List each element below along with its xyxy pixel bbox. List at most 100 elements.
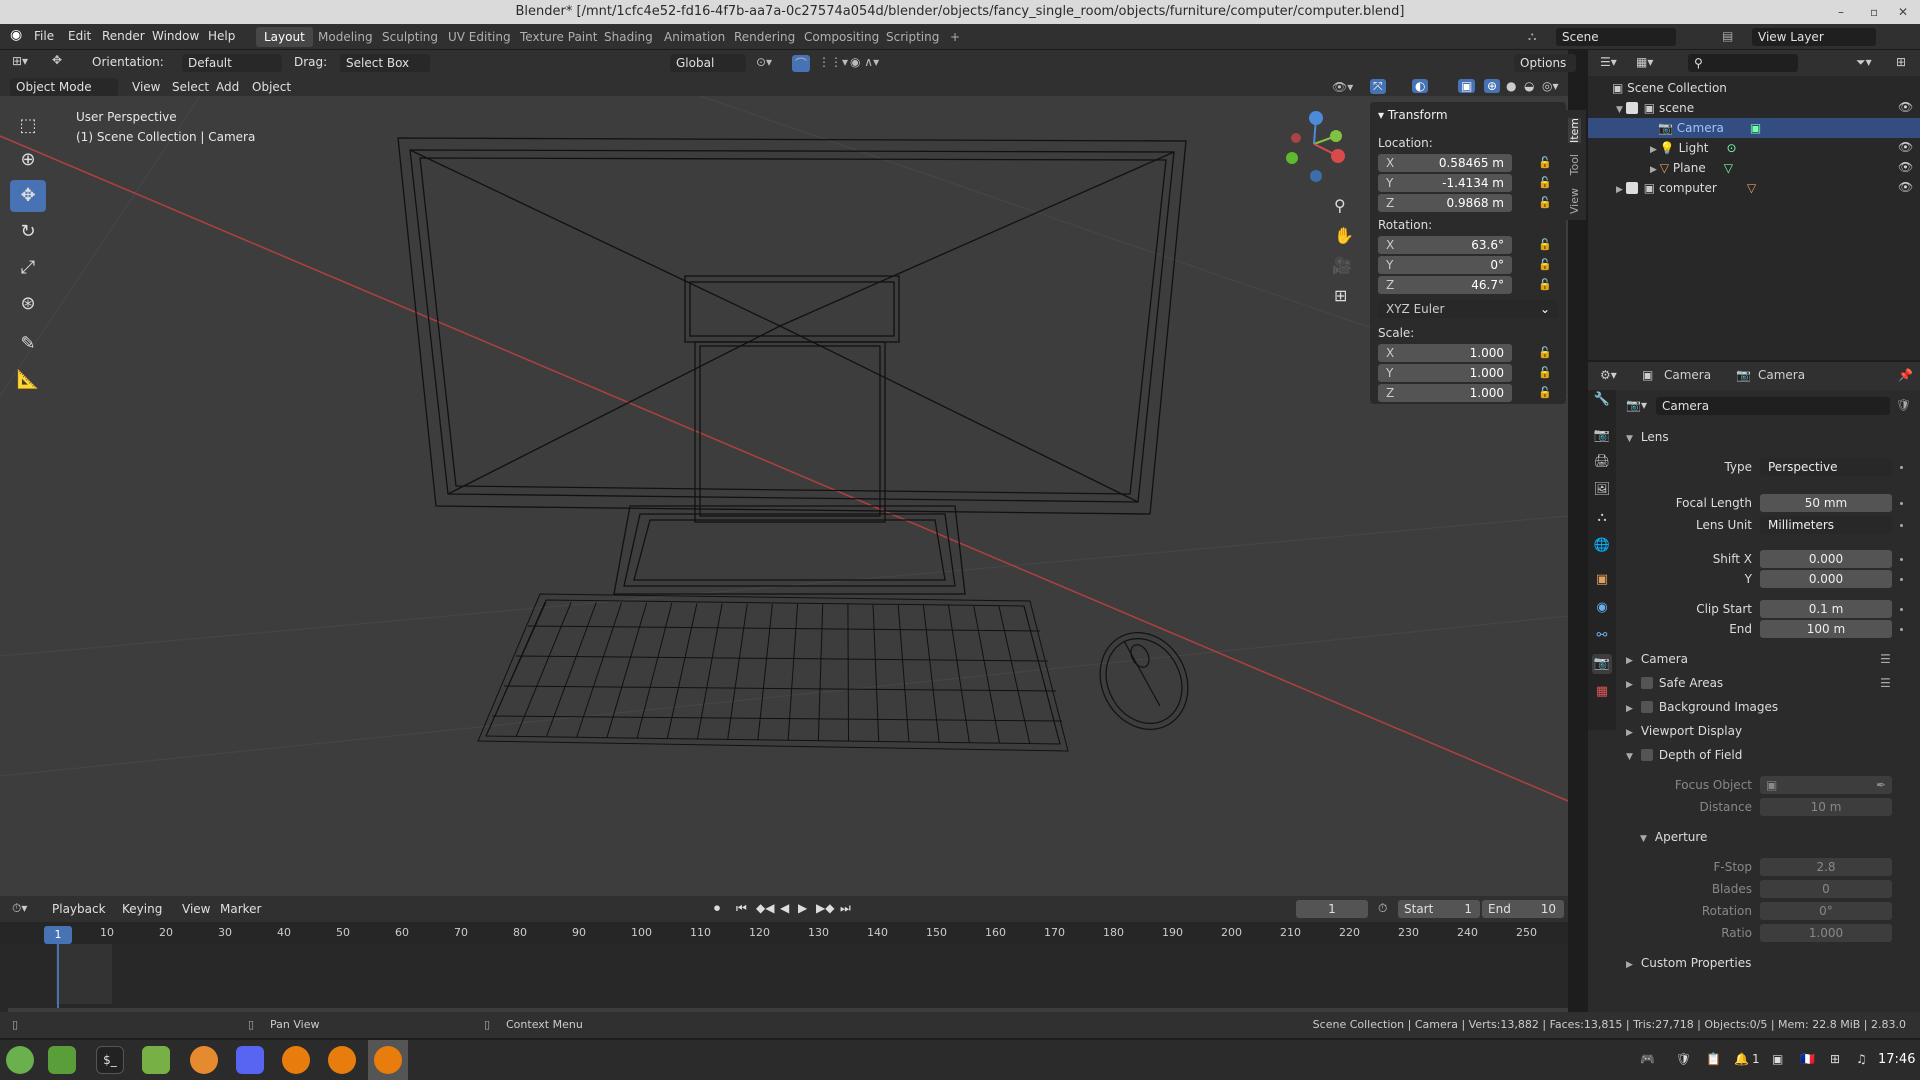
navigation-gizmo[interactable] [1272,110,1352,190]
discord-icon[interactable] [236,1046,264,1074]
snap-target-icon[interactable]: ⋮⋮▾ [818,55,848,69]
checkbox-icon[interactable] [1640,749,1653,761]
record-icon[interactable]: ⏺ [714,901,720,916]
display-mode-icon[interactable]: ▦▾ [1636,55,1653,69]
pivot-icon[interactable]: ⊙▾ [756,55,772,69]
aperture-section-header[interactable]: ▼ Aperture [1640,830,1707,844]
breadcrumb-object[interactable]: Camera [1664,368,1711,382]
rotate-icon[interactable]: ↻ [10,216,46,248]
viewport-menu-add[interactable]: Add [216,80,239,94]
orientation-dropdown[interactable]: Default [182,54,282,72]
move-icon[interactable]: ✥ [10,180,46,212]
lock-icon[interactable]: 🔓 [1538,156,1552,169]
lock-icon[interactable]: 🔓 [1538,278,1552,291]
viewport-display-section-header[interactable]: ▶ Viewport Display [1626,724,1742,738]
jump-end-icon[interactable]: ⏭ [840,901,851,916]
tab-layout[interactable]: Layout [256,27,313,47]
rotation-x-field[interactable]: X 63.6° [1378,236,1512,254]
outliner-search-input[interactable]: ⚲ [1688,54,1798,72]
editor-type-icon[interactable]: ⊞▾ [12,54,28,68]
select-box-icon[interactable]: ⬚ [10,110,46,142]
eyedropper-icon[interactable]: ✒ [1876,776,1886,794]
screenshot-icon[interactable]: ▣ [1772,1052,1783,1066]
view-layer-selector[interactable]: View Layer [1752,28,1876,46]
next-keyframe-icon[interactable]: ▶◆ [816,901,834,915]
fake-user-icon[interactable]: 🛡 [1896,398,1911,412]
terminal-icon[interactable]: $_ [96,1046,124,1074]
scale-y-field[interactable]: Y 1.000 [1378,364,1512,382]
rotation-z-field[interactable]: Z 46.7° [1378,276,1512,294]
location-y-field[interactable]: Y -1.4134 m [1378,174,1512,192]
playhead-frame[interactable]: 1 [44,926,72,944]
location-x-field[interactable]: X 0.58465 m [1378,154,1512,172]
animate-dot[interactable] [1900,558,1903,561]
lens-section-header[interactable]: ▼ Lens [1626,430,1669,444]
sound-icon[interactable]: ♫ [1856,1052,1867,1066]
outliner-item-light[interactable]: ▶ 💡 Light ⊙ [1588,138,1920,158]
play-icon[interactable]: ▶ [798,901,807,915]
options-dropdown[interactable]: Options [1514,54,1576,72]
scale-icon[interactable]: ⤢ [10,252,46,284]
list-icon[interactable]: ☰ [1880,652,1891,666]
safe-areas-section-header[interactable]: ▶ Safe Areas [1626,676,1723,690]
stopwatch-icon[interactable]: ⏱ [1378,901,1387,916]
tab-modeling[interactable]: Modeling [310,27,381,47]
scale-z-field[interactable]: Z 1.000 [1378,384,1512,402]
menu-render[interactable]: Render [102,29,145,43]
checkbox-icon[interactable] [1640,701,1653,713]
wireframe-shading-icon[interactable]: ⊕ [1484,79,1501,93]
lock-icon[interactable]: 🔓 [1538,386,1552,399]
lock-icon[interactable]: 🔓 [1538,366,1552,379]
scene-tab-icon[interactable]: ⛬ [1592,508,1612,528]
menu-file[interactable]: File [34,29,54,43]
chevron-right-icon[interactable]: ▶ [1616,185,1626,195]
lock-icon[interactable]: 🔓 [1538,346,1552,359]
blender-active-icon[interactable] [368,1040,408,1080]
transform-header[interactable]: ▾ Transform [1378,108,1448,122]
chevron-right-icon[interactable]: ▶ [1650,165,1660,175]
timeline-menu-view[interactable]: View [182,902,210,916]
pin-icon[interactable]: 📌 [1898,368,1913,382]
solid-shading-icon[interactable]: ● [1506,79,1516,93]
overlay-toggle-icon[interactable]: ◐ [1412,79,1429,93]
outliner-item-plane[interactable]: ▶ ▽ Plane ▽ [1588,158,1920,178]
viewport-menu-select[interactable]: Select [172,80,209,94]
frame-ruler[interactable]: 10 20 30 40 50 60 70 80 90 100 110 120 130 140 150 160 1… [0,922,1568,944]
tab-view[interactable]: View [1568,188,1581,214]
animate-dot[interactable] [1900,466,1903,469]
firefox-icon[interactable] [190,1046,218,1074]
tab-uv-editing[interactable]: UV Editing [440,27,519,47]
tab-animation[interactable]: Animation [656,27,733,47]
focal-length-field[interactable]: 50 mm [1760,494,1892,512]
menu-window[interactable]: Window [152,29,199,43]
animate-dot[interactable] [1900,502,1903,505]
lock-icon[interactable]: 🔓 [1538,196,1552,209]
view-layer-tab-icon[interactable]: 🖼 [1592,480,1612,500]
checkbox-icon[interactable] [1640,677,1653,689]
tab-scripting[interactable]: Scripting [878,27,947,47]
rotation-mode-dropdown[interactable]: XYZ Euler ⌄ [1378,300,1558,318]
snap-icon[interactable]: ⌒ [792,55,811,72]
editor-type-icon[interactable]: ⚙▾ [1600,368,1617,382]
fstop-field[interactable]: 2.8 [1760,858,1892,876]
clip-start-field[interactable]: 0.1 m [1760,600,1892,618]
blades-field[interactable]: 0 [1760,880,1892,898]
start-frame-field[interactable]: Start 1 [1398,900,1480,918]
drag-dropdown[interactable]: Select Box [340,54,430,72]
mint-menu-icon[interactable] [6,1046,34,1074]
tool-tab-icon[interactable]: 🔧 [1592,390,1612,410]
chevron-down-icon[interactable]: ▼ [1616,105,1626,115]
add-workspace-button[interactable]: + [942,27,968,47]
menu-help[interactable]: Help [208,29,235,43]
outliner-item-camera[interactable]: 📷 Camera ▣ [1588,118,1920,138]
shield-icon[interactable]: 🛡 [1676,1052,1691,1066]
clipboard-icon[interactable]: 📋 [1706,1052,1721,1066]
close-button[interactable]: ✕ [1898,0,1908,24]
animate-dot[interactable] [1900,524,1903,527]
lens-unit-dropdown[interactable]: Millimeters [1760,516,1892,534]
3d-viewport[interactable]: User Perspective (1) Scene Collection | … [0,96,1568,896]
timeline-menu-marker[interactable]: Marker [220,902,261,916]
workspace-number[interactable]: 1 [1752,1052,1760,1066]
filter-icon[interactable]: ⏷▾ [1856,55,1872,70]
background-images-section-header[interactable]: ▶ Background Images [1626,700,1778,714]
